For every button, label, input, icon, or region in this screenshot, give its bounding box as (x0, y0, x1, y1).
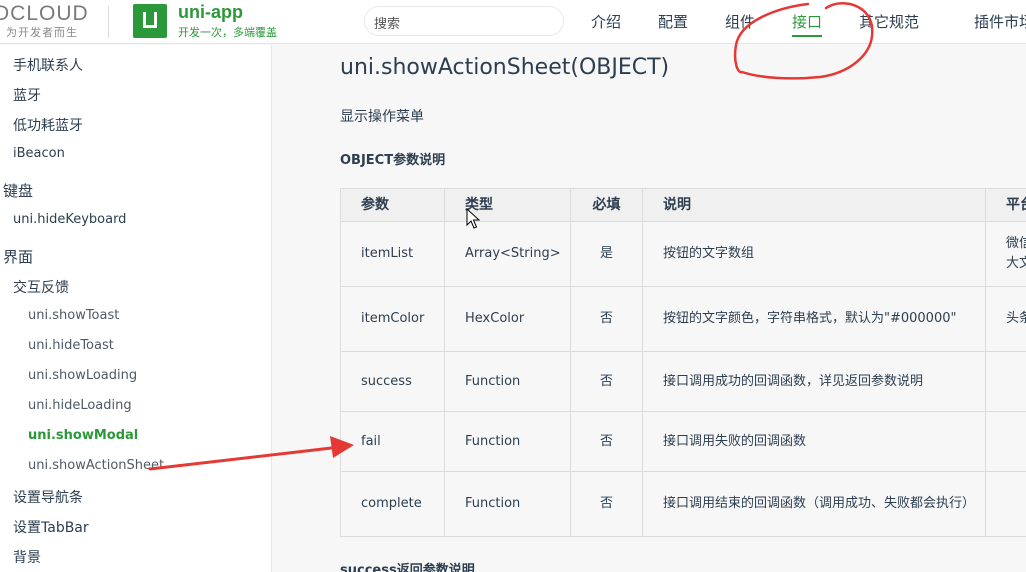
param-required: 否 (570, 351, 643, 412)
api-description: 显示操作菜单 (340, 109, 424, 125)
nav-config[interactable]: 配置 (658, 11, 688, 32)
sidebar-item-showloading[interactable]: uni.showLoading (28, 368, 137, 383)
header-required: 必填 (570, 188, 643, 222)
uniapp-title[interactable]: uni-app (178, 2, 243, 23)
sidebar-item-feedback[interactable]: 交互反馈 (13, 277, 69, 297)
dcloud-logo-text: DCLOUD (0, 2, 89, 25)
sidebar-item-showmodal[interactable]: uni.showModal (28, 428, 138, 443)
param-type: Array<String> (444, 221, 571, 287)
param-required: 否 (570, 471, 643, 537)
param-name: itemColor (340, 286, 445, 352)
mouse-cursor-icon (466, 208, 480, 229)
param-desc: 按钮的文字数组 (642, 221, 986, 287)
header-platform: 平台差异说明 (985, 188, 1026, 222)
param-name: fail (340, 411, 445, 472)
sidebar-item-background[interactable]: 背景 (13, 547, 41, 567)
nav-components[interactable]: 组件 (725, 11, 755, 32)
param-desc: 按钮的文字颜色，字符串格式，默认为"#000000" (642, 286, 986, 352)
params-heading: OBJECT参数说明 (340, 153, 446, 168)
param-platform (985, 351, 1026, 412)
dcloud-slogan: 为开发者而生 (6, 26, 78, 39)
nav-plugin-market[interactable]: 插件市场 (974, 11, 1026, 32)
param-required: 是 (570, 221, 643, 287)
param-desc: 接口调用结束的回调函数（调用成功、失败都会执行） (642, 471, 986, 537)
param-required: 否 (570, 286, 643, 352)
nav-intro[interactable]: 介绍 (591, 11, 621, 32)
param-platform: 头条 (985, 286, 1026, 352)
header-desc: 说明 (642, 188, 986, 222)
param-type: Function (444, 351, 571, 412)
search-input[interactable]: 搜索 (364, 6, 564, 36)
sidebar-item-bluetooth[interactable]: 蓝牙 (13, 85, 41, 105)
logo-divider (108, 6, 109, 38)
table-row: itemList Array<String> 是 按钮的文字数组 微信 大文 (340, 221, 1026, 287)
sidebar-item-hideloading[interactable]: uni.hideLoading (28, 398, 132, 413)
uniapp-slogan: 开发一次，多端覆盖 (178, 26, 277, 39)
sidebar-item-ibeacon[interactable]: iBeacon (13, 146, 65, 161)
sidebar-item-showactionsheet[interactable]: uni.showActionSheet (28, 458, 164, 473)
top-header: DCLOUD 为开发者而生 uni-app 开发一次，多端覆盖 搜索 介绍 配置… (0, 0, 1026, 44)
param-name: success (340, 351, 445, 412)
platform-line: 微信 (1006, 236, 1026, 251)
table-header-row: 参数 类型 必填 说明 平台差异说明 (340, 188, 1026, 222)
table-row: itemColor HexColor 否 按钮的文字颜色，字符串格式，默认为"#… (340, 286, 1026, 352)
param-desc: 接口调用成功的回调函数，详见返回参数说明 (642, 351, 986, 412)
sidebar-group-keyboard[interactable]: 键盘 (3, 180, 33, 201)
param-platform: 微信 大文 (985, 221, 1026, 287)
dcloud-logo[interactable]: DCLOUD 为开发者而生 (0, 2, 100, 42)
uniapp-logo-icon[interactable] (133, 4, 167, 38)
table-row: fail Function 否 接口调用失败的回调函数 (340, 411, 1026, 472)
param-name: itemList (340, 221, 445, 287)
nav-other-specs[interactable]: 其它规范 (859, 11, 919, 32)
param-platform (985, 471, 1026, 537)
sidebar-item-hidekeyboard[interactable]: uni.hideKeyboard (13, 212, 126, 227)
sidebar-item-ble[interactable]: 低功耗蓝牙 (13, 115, 83, 135)
param-type: Function (444, 471, 571, 537)
param-desc: 接口调用失败的回调函数 (642, 411, 986, 472)
param-type: HexColor (444, 286, 571, 352)
table-row: complete Function 否 接口调用结束的回调函数（调用成功、失败都… (340, 471, 1026, 537)
sidebar: 手机联系人 蓝牙 低功耗蓝牙 iBeacon 键盘 uni.hideKeyboa… (0, 45, 272, 572)
main-content: uni.showActionSheet(OBJECT) 显示操作菜单 OBJEC… (273, 45, 1026, 572)
nav-api[interactable]: 接口 (792, 11, 823, 37)
param-type: Function (444, 411, 571, 472)
success-params-heading: success返回参数说明 (340, 563, 475, 572)
sidebar-item-contacts[interactable]: 手机联系人 (13, 55, 83, 75)
page-title: uni.showActionSheet(OBJECT) (340, 55, 670, 80)
table-row: success Function 否 接口调用成功的回调函数，详见返回参数说明 (340, 351, 1026, 412)
sidebar-group-ui[interactable]: 界面 (3, 246, 33, 267)
header-param: 参数 (340, 188, 445, 222)
param-name: complete (340, 471, 445, 537)
params-table: 参数 类型 必填 说明 平台差异说明 itemList Array<String… (340, 188, 1026, 537)
platform-line: 大文 (1006, 256, 1026, 271)
sidebar-item-showtoast[interactable]: uni.showToast (28, 308, 119, 323)
param-required: 否 (570, 411, 643, 472)
sidebar-item-navbar[interactable]: 设置导航条 (13, 487, 83, 507)
sidebar-item-tabbar[interactable]: 设置TabBar (13, 517, 89, 537)
sidebar-item-hidetoast[interactable]: uni.hideToast (28, 338, 114, 353)
param-platform (985, 411, 1026, 472)
header-type: 类型 (444, 188, 571, 222)
